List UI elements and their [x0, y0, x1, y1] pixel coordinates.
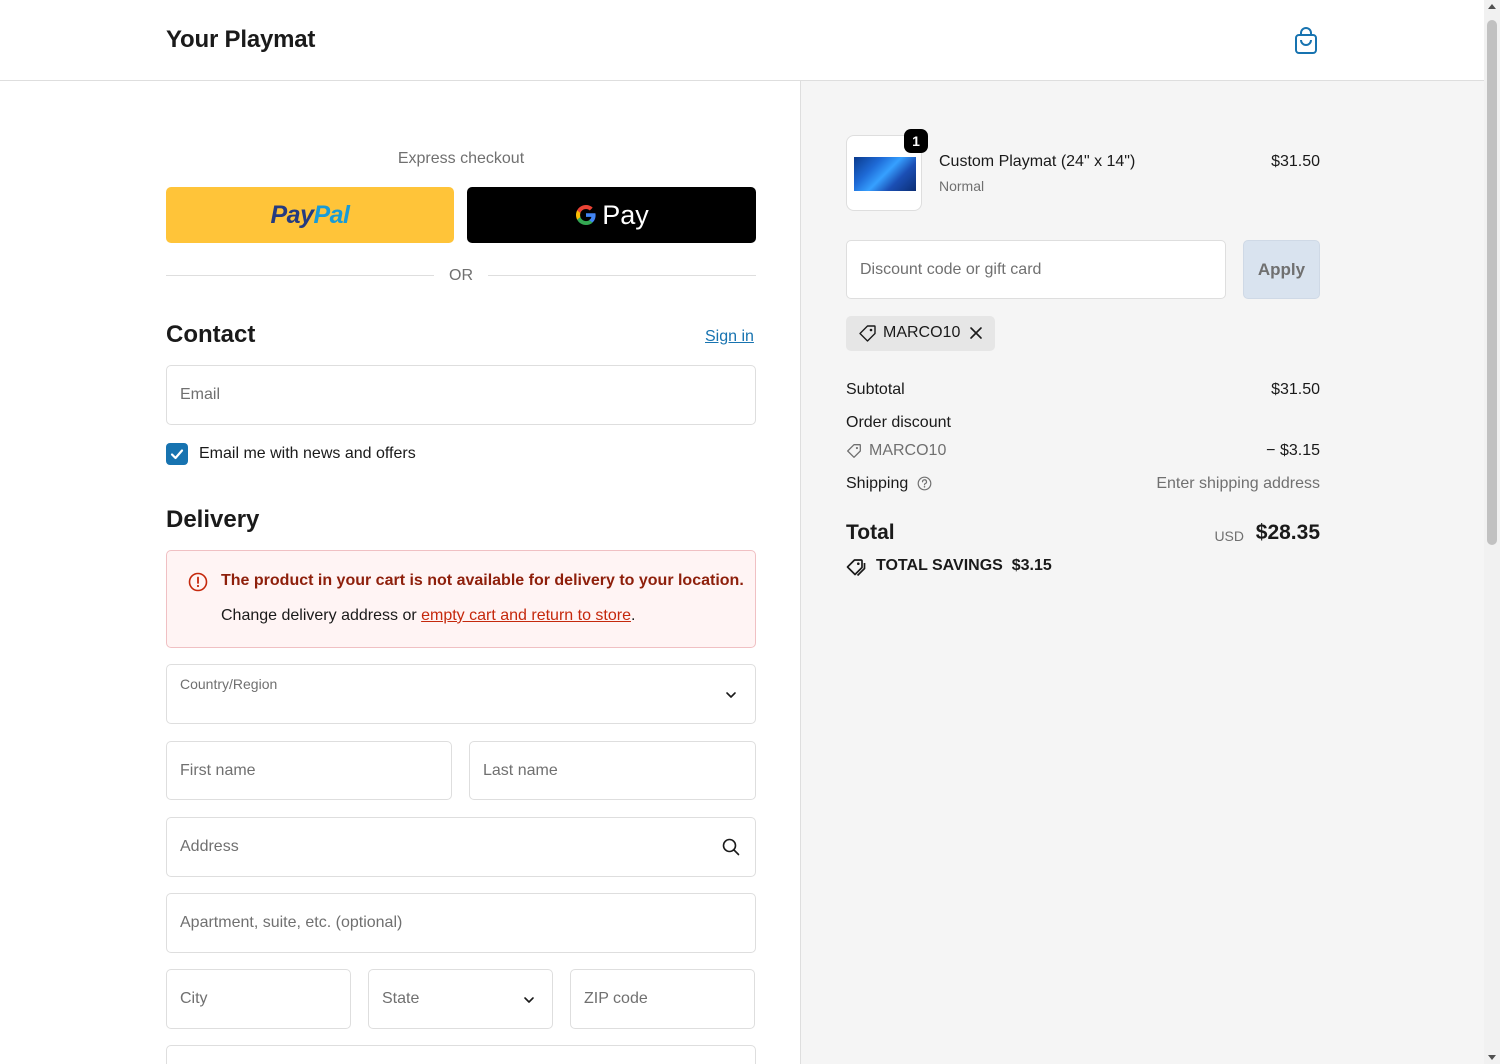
product-image	[854, 157, 916, 191]
chevron-down-icon	[524, 997, 534, 1003]
order-discount-label: Order discount	[846, 414, 951, 431]
product-variant: Normal	[939, 178, 985, 194]
header: Your Playmat	[0, 0, 1484, 81]
contact-heading: Contact	[166, 321, 256, 348]
subtotal-value: $31.50	[1271, 381, 1320, 398]
email-placeholder: Email	[180, 386, 221, 403]
city-field[interactable]: City	[166, 969, 351, 1029]
last-name-field[interactable]: Last name	[469, 741, 756, 800]
applied-code-label: MARCO10	[883, 324, 961, 341]
help-circle-icon[interactable]	[917, 476, 932, 491]
google-pay-button[interactable]: Pay	[467, 187, 756, 243]
savings-tag-icon	[846, 559, 866, 576]
chevron-down-icon	[726, 692, 736, 698]
zip-placeholder: ZIP code	[584, 990, 648, 1007]
divider-line	[488, 275, 756, 276]
paypal-button[interactable]: PayPal	[166, 187, 454, 243]
discount-value: − $3.15	[1266, 442, 1320, 459]
email-field[interactable]: Email	[166, 365, 756, 425]
subtotal-label: Subtotal	[846, 381, 905, 398]
state-placeholder: State	[382, 990, 420, 1007]
zip-field[interactable]: ZIP code	[570, 969, 755, 1029]
google-pay-label: Pay	[602, 199, 649, 230]
scroll-down-icon[interactable]	[1488, 1055, 1496, 1060]
address-placeholder: Address	[180, 838, 239, 855]
apply-button[interactable]: Apply	[1243, 240, 1320, 299]
address-field[interactable]: Address	[166, 817, 756, 877]
google-g-icon	[576, 205, 596, 225]
scroll-up-icon[interactable]	[1488, 4, 1496, 9]
sign-in-link[interactable]: Sign in	[705, 328, 754, 346]
applied-discount-tag: MARCO10	[846, 316, 995, 351]
delivery-error-banner: The product in your cart is not availabl…	[166, 550, 756, 648]
product-name: Custom Playmat (24" x 14")	[939, 153, 1136, 170]
discount-placeholder: Discount code or gift card	[860, 260, 1042, 278]
quantity-badge: 1	[904, 129, 928, 153]
discount-code-field[interactable]: Discount code or gift card	[846, 240, 1226, 299]
shipping-label: Shipping	[846, 475, 909, 492]
last-name-placeholder: Last name	[483, 761, 558, 779]
discount-code-label: MARCO10	[869, 442, 947, 459]
total-savings: TOTAL SAVINGS $3.15	[876, 557, 1052, 574]
country-label: Country/Region	[180, 676, 278, 692]
search-icon[interactable]	[722, 838, 740, 856]
or-label: OR	[449, 267, 473, 284]
shopping-bag-icon[interactable]	[1292, 26, 1320, 56]
first-name-field[interactable]: First name	[166, 741, 452, 800]
total-value: $28.35	[1255, 521, 1320, 544]
apartment-field[interactable]: Apartment, suite, etc. (optional)	[166, 893, 756, 953]
product-price: $31.50	[1271, 153, 1320, 170]
newsletter-checkbox[interactable]	[166, 443, 188, 465]
state-select[interactable]: State	[368, 969, 553, 1029]
paypal-logo: PayPal	[270, 200, 350, 229]
apartment-placeholder: Apartment, suite, etc. (optional)	[180, 914, 403, 931]
page-scrollbar[interactable]	[1484, 0, 1500, 1064]
checkmark-icon	[170, 449, 184, 460]
alert-title: The product in your cart is not availabl…	[221, 572, 744, 589]
total-label: Total	[846, 521, 895, 544]
tag-icon	[847, 444, 861, 458]
city-placeholder: City	[180, 990, 208, 1007]
empty-cart-link[interactable]: empty cart and return to store	[421, 607, 631, 624]
phone-field[interactable]	[166, 1045, 756, 1064]
scroll-thumb[interactable]	[1487, 20, 1497, 545]
or-divider: OR	[166, 266, 756, 286]
alert-body: Change delivery address or empty cart an…	[221, 607, 636, 624]
country-select[interactable]: Country/Region	[166, 664, 756, 724]
first-name-placeholder: First name	[180, 761, 256, 779]
store-title[interactable]: Your Playmat	[166, 26, 315, 54]
alert-circle-icon	[188, 572, 208, 592]
newsletter-label[interactable]: Email me with news and offers	[199, 445, 416, 463]
shipping-value: Enter shipping address	[1156, 475, 1320, 492]
delivery-heading: Delivery	[166, 506, 260, 533]
express-checkout-label: Express checkout	[397, 150, 525, 167]
close-icon[interactable]	[969, 326, 983, 340]
tag-icon	[859, 325, 876, 342]
currency-code: USD	[1214, 528, 1244, 544]
